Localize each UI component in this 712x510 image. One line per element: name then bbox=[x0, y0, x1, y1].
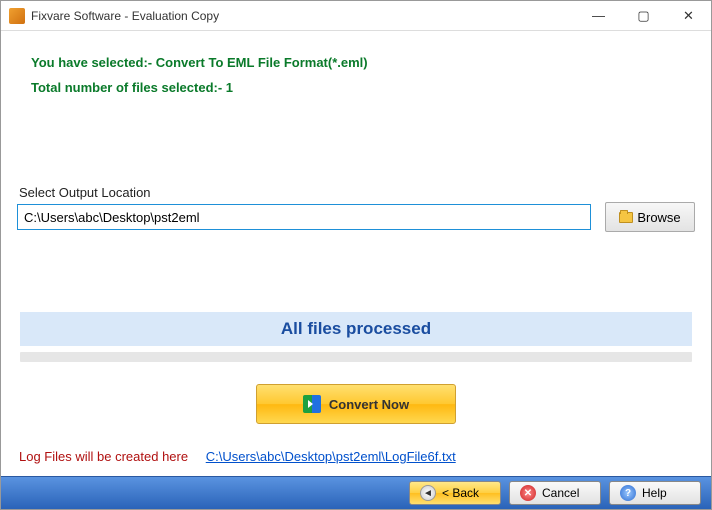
title-left: Fixvare Software - Evaluation Copy bbox=[9, 8, 219, 24]
convert-wrap: Convert Now bbox=[17, 384, 695, 424]
app-icon bbox=[9, 8, 25, 24]
output-location-label: Select Output Location bbox=[19, 185, 695, 200]
output-path-input[interactable] bbox=[17, 204, 591, 230]
title-bar: Fixvare Software - Evaluation Copy — ▢ ✕ bbox=[1, 1, 711, 31]
cancel-icon: ✕ bbox=[520, 485, 536, 501]
selected-format-text: You have selected:- Convert To EML File … bbox=[31, 55, 695, 70]
back-icon: ◄ bbox=[420, 485, 436, 501]
log-file-link[interactable]: C:\Users\abc\Desktop\pst2eml\LogFile6f.t… bbox=[206, 449, 456, 464]
status-banner: All files processed bbox=[20, 312, 692, 346]
help-icon: ? bbox=[620, 485, 636, 501]
app-window: Fixvare Software - Evaluation Copy — ▢ ✕… bbox=[0, 0, 712, 510]
convert-icon bbox=[303, 395, 321, 413]
browse-button[interactable]: Browse bbox=[605, 202, 695, 232]
maximize-button[interactable]: ▢ bbox=[621, 1, 666, 30]
status-text: All files processed bbox=[281, 319, 431, 339]
log-row: Log Files will be created here C:\Users\… bbox=[19, 449, 456, 464]
cancel-button[interactable]: ✕ Cancel bbox=[509, 481, 601, 505]
output-path-row: Browse bbox=[17, 202, 695, 232]
window-controls: — ▢ ✕ bbox=[576, 1, 711, 30]
content-area: You have selected:- Convert To EML File … bbox=[1, 31, 711, 424]
window-title: Fixvare Software - Evaluation Copy bbox=[31, 9, 219, 23]
browse-label: Browse bbox=[637, 210, 680, 225]
help-label: Help bbox=[642, 486, 667, 500]
back-label: < Back bbox=[442, 486, 479, 500]
convert-label: Convert Now bbox=[329, 397, 409, 412]
cancel-label: Cancel bbox=[542, 486, 579, 500]
folder-icon bbox=[619, 212, 633, 223]
progress-bar bbox=[20, 352, 692, 362]
help-button[interactable]: ? Help bbox=[609, 481, 701, 505]
log-label: Log Files will be created here bbox=[19, 449, 188, 464]
minimize-button[interactable]: — bbox=[576, 1, 621, 30]
back-button[interactable]: ◄ < Back bbox=[409, 481, 501, 505]
convert-now-button[interactable]: Convert Now bbox=[256, 384, 456, 424]
file-count-text: Total number of files selected:- 1 bbox=[31, 80, 695, 95]
footer-bar: ◄ < Back ✕ Cancel ? Help bbox=[1, 476, 711, 509]
close-button[interactable]: ✕ bbox=[666, 1, 711, 30]
